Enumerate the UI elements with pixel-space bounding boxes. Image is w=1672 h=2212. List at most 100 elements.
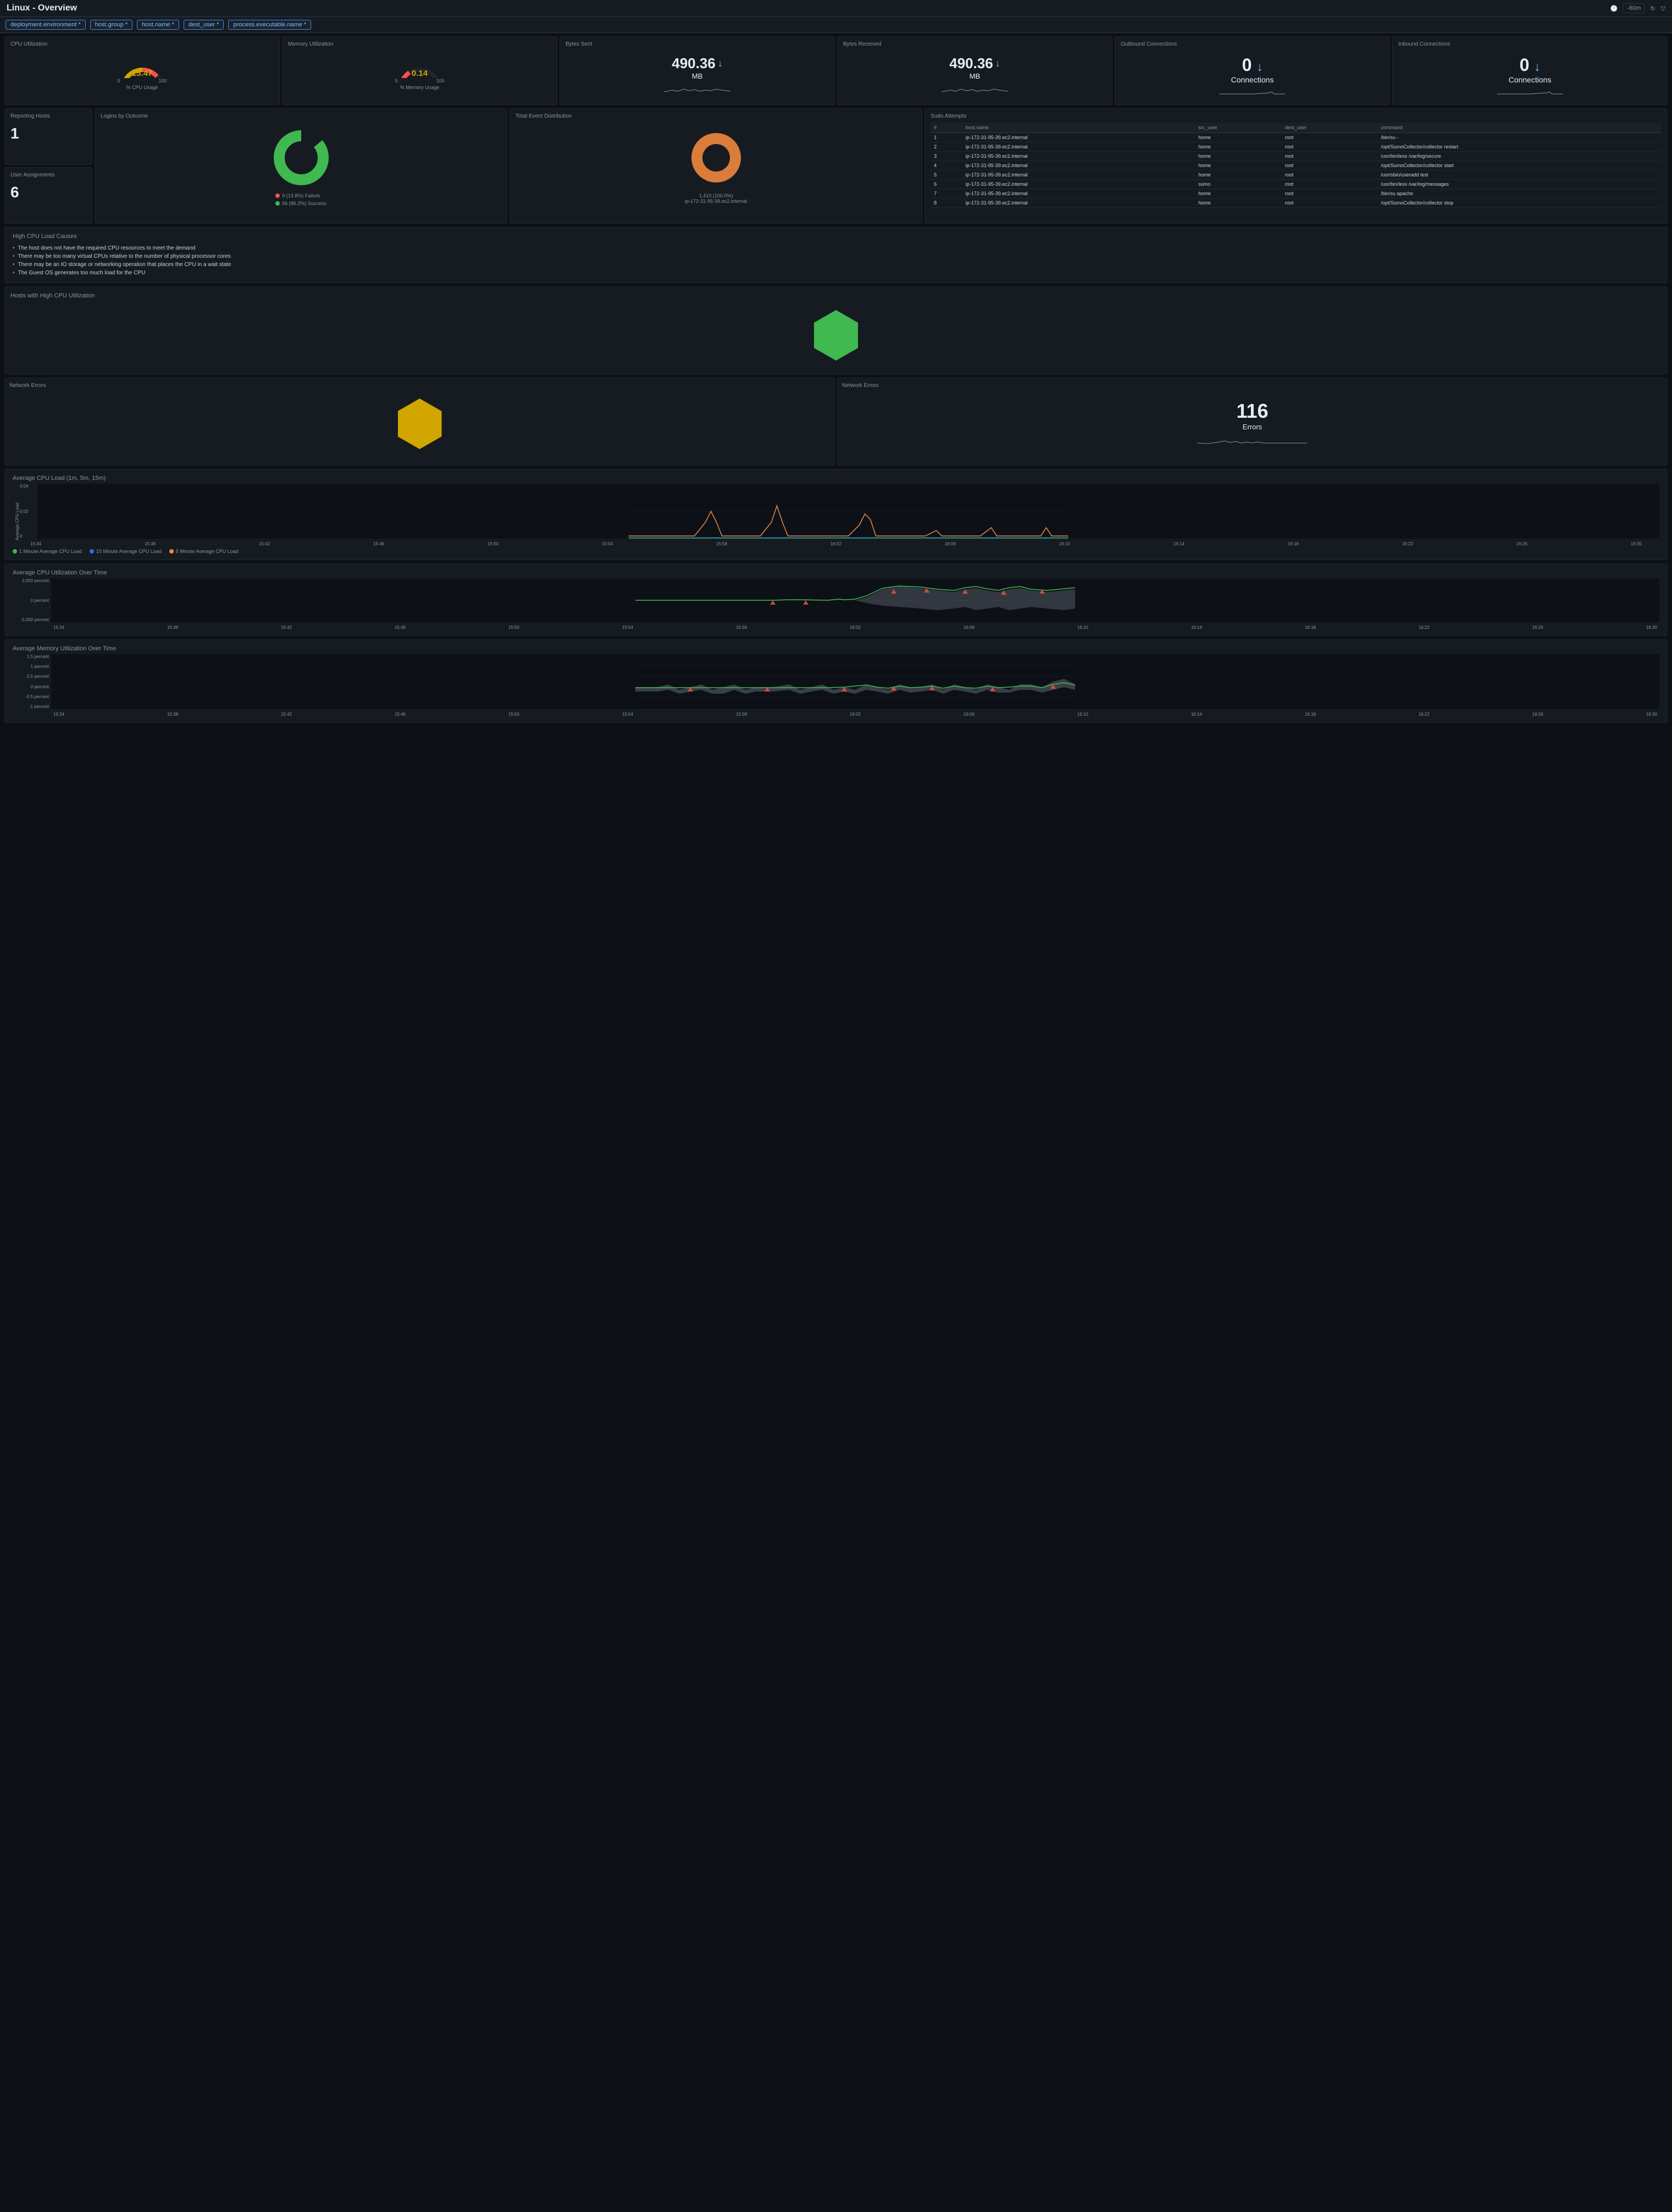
list-item: There may be an IO storage or networking…	[13, 261, 1659, 269]
cpu-util-x-axis: 15:3415:3815:4215:4615:5015:5415:5816:02…	[13, 624, 1659, 630]
reporting-hosts-value: 1	[10, 125, 86, 142]
inbound-unit: Connections	[1398, 75, 1662, 84]
avg-cpu-util-section: Average CPU Utilization Over Time 2,000 …	[4, 563, 1668, 636]
cpu-utilization-card: CPU Utilization 15.47 0 100 % CPU Usage	[4, 36, 280, 105]
table-row: 4ip-172-31-95-39.ec2.internalhomeroot/op…	[931, 161, 1662, 170]
second-row: Reporting Hosts 1 User Assignments 6 Log…	[0, 108, 1672, 227]
memory-gauge: 0.14 0 100 % Memory Usage	[288, 51, 551, 90]
bytes-sent-card: Bytes Sent 490.36 ↓ MB	[560, 36, 835, 105]
refresh-icon[interactable]: ↻	[1650, 5, 1655, 12]
avg-cpu-load-section: Average CPU Load (1m, 5m, 15m) Average C…	[4, 469, 1668, 560]
outbound-unit: Connections	[1121, 75, 1384, 84]
mem-y-1: 1.5 percent	[13, 654, 49, 659]
bullet-list: The host does not have the required CPU …	[13, 244, 1659, 277]
inbound-connections-card: Inbound Connections 0 ↓ Connections	[1392, 36, 1668, 105]
legend-item: 1 Minute Average CPU Load	[13, 549, 82, 554]
cpu-util-svg-wrap	[51, 578, 1659, 624]
sudo-attempts-panel: Sudo Attempts # host.name src_user dest_…	[924, 108, 1668, 224]
avg-cpu-x-axis: 15:3415:3815:4215:4615:5015:5415:5816:02…	[13, 540, 1659, 546]
cpu-util-y-top: 2,000 percent	[13, 578, 49, 583]
sudo-table: # host.name src_user dest_user command 1…	[931, 123, 1662, 208]
bytes-sent-display: 490.36 ↓ MB	[566, 51, 829, 96]
avg-cpu-y-label: Average CPU Load	[13, 484, 20, 540]
outbound-title: Outbound Connections	[1121, 41, 1384, 47]
outbound-display: 0 ↓ Connections	[1121, 51, 1384, 100]
mem-util-y-axis: 1.5 percent 1 percent 0.5 percent 0 perc…	[13, 654, 51, 709]
user-assignments-value: 6	[10, 184, 86, 201]
filter-hostname[interactable]: host.name *	[137, 20, 179, 30]
cpu-value: 15.47	[132, 69, 153, 78]
bytes-sent-sparkline	[566, 84, 829, 96]
list-item: The host does not have the required CPU …	[13, 244, 1659, 252]
event-dist-donut: 1,410 (100.0%) ip-172-31-95-39.ec2.inter…	[516, 123, 916, 204]
table-row: 1ip-172-31-95-39.ec2.internalhomeroot/bi…	[931, 133, 1662, 142]
mem-y-5: -0.5 percent	[13, 694, 49, 699]
high-cpu-title: High CPU Load Causes	[13, 233, 1659, 240]
filter-deployment[interactable]: deployment.environment *	[5, 20, 86, 30]
high-cpu-section: High CPU Load Causes The host does not h…	[4, 227, 1668, 283]
table-row: 3ip-172-31-95-39.ec2.internalhomeroot/us…	[931, 152, 1662, 161]
page-title: Linux - Overview	[7, 3, 77, 13]
avg-cpu-util-title: Average CPU Utilization Over Time	[13, 569, 1659, 576]
outbound-sparkline	[1121, 87, 1384, 100]
logins-panel: Logins by Outcome 9 (13.8%) Failure 56 (…	[95, 108, 507, 224]
filter-bar: deployment.environment * host.group * ho…	[0, 17, 1672, 33]
bytes-sent-title: Bytes Sent	[566, 41, 829, 47]
avg-mem-util-title: Average Memory Utilization Over Time	[13, 645, 1659, 652]
inbound-title: Inbound Connections	[1398, 41, 1662, 47]
memory-label: % Memory Usage	[400, 85, 440, 90]
header-controls: 🕐 -60m ↻ ▽	[1610, 3, 1665, 13]
avg-mem-util-chart-wrap: 1.5 percent 1 percent 0.5 percent 0 perc…	[13, 654, 1659, 711]
mem-y-2: 1 percent	[13, 664, 49, 669]
cpu-util-y-bot: -2,000 percent	[13, 617, 49, 622]
bytes-received-sparkline	[843, 84, 1106, 96]
inbound-value: 0	[1520, 55, 1530, 75]
filter-process[interactable]: process.executable.name *	[228, 20, 311, 30]
outbound-value: 0	[1242, 55, 1252, 75]
bytes-received-display: 490.36 ↓ MB	[843, 51, 1106, 96]
avg-cpu-legend: 1 Minute Average CPU Load 15 Minute Avera…	[13, 549, 1659, 554]
col-command: command	[1377, 123, 1662, 133]
memory-utilization-card: Memory Utilization 0.14 0 100 % Memory U…	[282, 36, 557, 105]
avg-cpu-svg-wrap	[37, 484, 1659, 540]
memory-value: 0.14	[412, 69, 428, 78]
clock-icon: 🕐	[1610, 5, 1618, 12]
bytes-sent-unit: MB	[566, 72, 829, 80]
table-row: 5ip-172-31-95-39.ec2.internalhomeroot/us…	[931, 170, 1662, 180]
legend-item: 5 Minute Average CPU Load	[169, 549, 239, 554]
cpu-util-y-mid: 0 percent	[13, 598, 49, 603]
bytes-received-card: Bytes Received 490.36 ↓ MB	[837, 36, 1112, 105]
time-range[interactable]: -60m	[1623, 3, 1645, 13]
sudo-title: Sudo Attempts	[931, 113, 1662, 119]
error-sparkline	[842, 436, 1663, 449]
legend-item: 15 Minute Average CPU Load	[90, 549, 162, 554]
col-destuser: dest_user	[1282, 123, 1378, 133]
header: Linux - Overview 🕐 -60m ↻ ▽	[0, 0, 1672, 17]
filter-destuser[interactable]: dest_user *	[184, 20, 224, 30]
table-row: 7ip-172-31-95-39.ec2.internalhomeroot/bi…	[931, 189, 1662, 198]
reporting-hosts-title: Reporting Hosts	[10, 113, 86, 119]
col-hostname: host.name	[962, 123, 1195, 133]
col-num: #	[931, 123, 962, 133]
avg-cpu-util-chart-wrap: 2,000 percent 0 percent -2,000 percent	[13, 578, 1659, 624]
metrics-row: CPU Utilization 15.47 0 100 % CPU Usage	[0, 33, 1672, 108]
list-item: There may be too many virtual CPUs relat…	[13, 252, 1659, 261]
filter-icon[interactable]: ▽	[1661, 5, 1665, 12]
inbound-arrow: ↓	[1534, 60, 1540, 74]
network-errors-left-title: Network Errors	[9, 383, 830, 389]
success-label: 56 (86.2%) Success	[282, 201, 326, 206]
hex-chart-area	[10, 302, 1662, 368]
network-errors-right-title: Network Errors	[842, 383, 1663, 389]
hosts-high-cpu-title: Hosts with High CPU Utilization	[10, 292, 1662, 299]
logins-failure-legend: 9 (13.8%) Failure	[275, 193, 326, 198]
mem-y-3: 0.5 percent	[13, 674, 49, 679]
filter-hostgroup[interactable]: host.group *	[90, 20, 132, 30]
outbound-connections-card: Outbound Connections 0 ↓ Connections	[1115, 36, 1390, 105]
bytes-received-arrow: ↓	[995, 58, 1000, 69]
left-stack: Reporting Hosts 1 User Assignments 6	[4, 108, 92, 224]
mem-y-6: -1 percent	[13, 704, 49, 709]
logins-donut: 9 (13.8%) Failure 56 (86.2%) Success	[101, 123, 501, 206]
event-dist-label: 1,410 (100.0%) ip-172-31-95-39.ec2.inter…	[685, 193, 747, 204]
bytes-received-value: 490.36	[949, 55, 993, 72]
error-count: 116	[842, 400, 1663, 423]
